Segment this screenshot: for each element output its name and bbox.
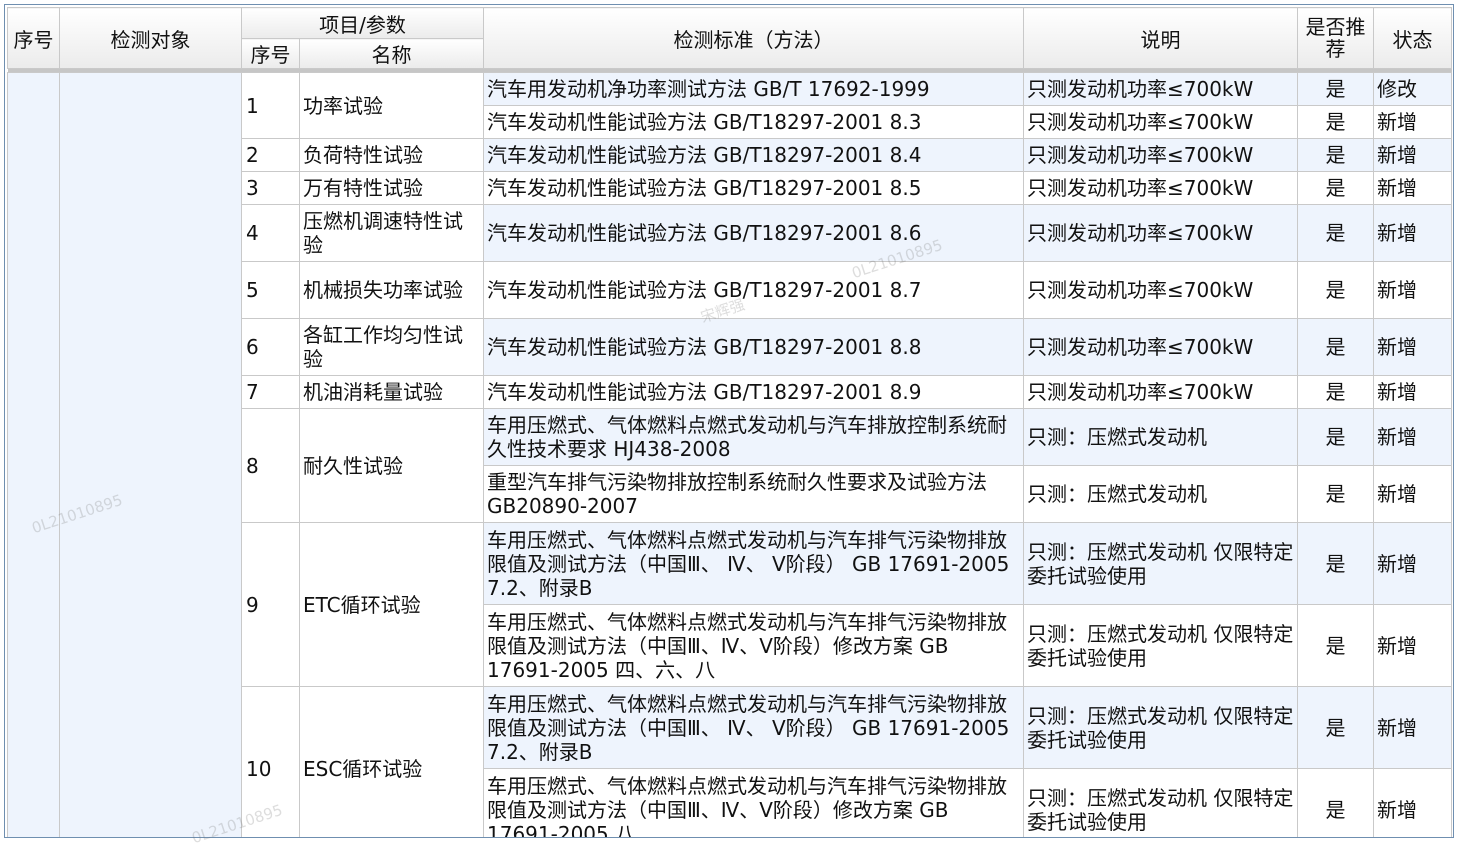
standard-cell: 车用压燃式、气体燃料点燃式发动机与汽车排气污染物排放限值及测试方法（中国Ⅲ、 Ⅳ…	[483, 522, 1024, 605]
recommend-cell: 是	[1297, 604, 1374, 687]
status-cell: 新增	[1373, 105, 1452, 139]
standard-cell: 汽车发动机性能试验方法 GB/T18297-2001 8.6	[483, 204, 1024, 262]
standard-cell: 汽车发动机性能试验方法 GB/T18297-2001 8.3	[483, 105, 1024, 139]
item-seq-cell: 9	[241, 522, 300, 687]
note-cell: 只测：压燃式发动机 仅限特定委托试验使用	[1023, 686, 1298, 769]
detection-table: 序号 检测对象 项目/参数 检测标准（方法） 说明 是否推荐 状态 序号 名称 …	[7, 7, 1452, 837]
header-item-name: 名称	[299, 38, 484, 69]
recommend-cell: 是	[1297, 768, 1374, 837]
recommend-cell: 是	[1297, 318, 1374, 376]
note-cell: 只测发动机功率≤700kW	[1023, 72, 1298, 106]
item-seq-cell: 7	[241, 375, 300, 409]
header-standard: 检测标准（方法）	[483, 7, 1024, 69]
recommend-cell: 是	[1297, 686, 1374, 769]
standard-cell: 车用压燃式、气体燃料点燃式发动机与汽车排气污染物排放限值及测试方法（中国Ⅲ、 Ⅳ…	[483, 686, 1024, 769]
header-item-seq: 序号	[241, 38, 300, 69]
item-name-cell: 耐久性试验	[299, 408, 484, 523]
note-cell: 只测发动机功率≤700kW	[1023, 171, 1298, 205]
recommend-cell: 是	[1297, 171, 1374, 205]
item-seq-cell: 2	[241, 138, 300, 172]
recommend-cell: 是	[1297, 72, 1374, 106]
status-cell: 新增	[1373, 204, 1452, 262]
item-name-cell: 万有特性试验	[299, 171, 484, 205]
recommend-cell: 是	[1297, 138, 1374, 172]
status-cell: 新增	[1373, 604, 1452, 687]
standard-cell: 汽车发动机性能试验方法 GB/T18297-2001 8.7	[483, 261, 1024, 319]
standard-cell: 车用压燃式、气体燃料点燃式发动机与汽车排放控制系统耐久性技术要求 HJ438-2…	[483, 408, 1024, 466]
note-cell: 只测：压燃式发动机 仅限特定委托试验使用	[1023, 768, 1298, 837]
header-object: 检测对象	[59, 7, 242, 69]
header-item-param: 项目/参数	[241, 7, 484, 39]
header-note: 说明	[1023, 7, 1298, 69]
status-cell: 新增	[1373, 686, 1452, 769]
note-cell: 只测发动机功率≤700kW	[1023, 204, 1298, 262]
note-cell: 只测发动机功率≤700kW	[1023, 105, 1298, 139]
status-cell: 新增	[1373, 375, 1452, 409]
item-name-cell: 负荷特性试验	[299, 138, 484, 172]
recommend-cell: 是	[1297, 408, 1374, 466]
seq-cell	[7, 72, 60, 837]
item-name-cell: 压燃机调速特性试验	[299, 204, 484, 262]
item-name-cell: ETC循环试验	[299, 522, 484, 687]
item-seq-cell: 10	[241, 686, 300, 837]
standard-cell: 汽车发动机性能试验方法 GB/T18297-2001 8.9	[483, 375, 1024, 409]
item-seq-cell: 5	[241, 261, 300, 319]
object-cell	[59, 72, 242, 837]
status-cell: 新增	[1373, 408, 1452, 466]
item-name-cell: 各缸工作均匀性试验	[299, 318, 484, 376]
recommend-cell: 是	[1297, 204, 1374, 262]
item-name-cell: 机油消耗量试验	[299, 375, 484, 409]
note-cell: 只测发动机功率≤700kW	[1023, 318, 1298, 376]
recommend-cell: 是	[1297, 261, 1374, 319]
item-seq-cell: 6	[241, 318, 300, 376]
item-seq-cell: 4	[241, 204, 300, 262]
item-name-cell: 功率试验	[299, 72, 484, 139]
note-cell: 只测：压燃式发动机 仅限特定委托试验使用	[1023, 604, 1298, 687]
recommend-cell: 是	[1297, 375, 1374, 409]
note-cell: 只测：压燃式发动机	[1023, 408, 1298, 466]
recommend-cell: 是	[1297, 465, 1374, 523]
note-cell: 只测发动机功率≤700kW	[1023, 138, 1298, 172]
status-cell: 新增	[1373, 465, 1452, 523]
standard-cell: 车用压燃式、气体燃料点燃式发动机与汽车排气污染物排放限值及测试方法（中国Ⅲ、Ⅳ、…	[483, 768, 1024, 837]
header-seq: 序号	[7, 7, 60, 69]
header-recommend: 是否推荐	[1297, 7, 1374, 69]
recommend-cell: 是	[1297, 105, 1374, 139]
header-status: 状态	[1373, 7, 1452, 69]
status-cell: 新增	[1373, 261, 1452, 319]
status-cell: 修改	[1373, 72, 1452, 106]
data-table-frame: 序号 检测对象 项目/参数 检测标准（方法） 说明 是否推荐 状态 序号 名称 …	[4, 4, 1454, 838]
note-cell: 只测：压燃式发动机 仅限特定委托试验使用	[1023, 522, 1298, 605]
note-cell: 只测发动机功率≤700kW	[1023, 375, 1298, 409]
status-cell: 新增	[1373, 171, 1452, 205]
table-body: 1 功率试验 汽车用发动机净功率测试方法 GB/T 17692-1999 只测发动机功…	[7, 72, 1452, 837]
status-cell: 新增	[1373, 138, 1452, 172]
status-cell: 新增	[1373, 522, 1452, 605]
table-row: 1 功率试验 汽车用发动机净功率测试方法 GB/T 17692-1999 只测发动机功…	[7, 72, 1452, 837]
standard-cell: 汽车发动机性能试验方法 GB/T18297-2001 8.8	[483, 318, 1024, 376]
standard-cell: 重型汽车排气污染物排放控制系统耐久性要求及试验方法 GB20890-2007	[483, 465, 1024, 523]
item-seq-cell: 8	[241, 408, 300, 523]
item-name-cell: 机械损失功率试验	[299, 261, 484, 319]
item-name-cell: ESC循环试验	[299, 686, 484, 837]
note-cell: 只测发动机功率≤700kW	[1023, 261, 1298, 319]
item-seq-cell: 3	[241, 171, 300, 205]
standard-cell: 汽车发动机性能试验方法 GB/T18297-2001 8.4	[483, 138, 1024, 172]
standard-cell: 车用压燃式、气体燃料点燃式发动机与汽车排气污染物排放限值及测试方法（中国Ⅲ、Ⅳ、…	[483, 604, 1024, 687]
note-cell: 只测：压燃式发动机	[1023, 465, 1298, 523]
standard-cell: 汽车发动机性能试验方法 GB/T18297-2001 8.5	[483, 171, 1024, 205]
recommend-cell: 是	[1297, 522, 1374, 605]
status-cell: 新增	[1373, 768, 1452, 837]
status-cell: 新增	[1373, 318, 1452, 376]
item-seq-cell: 1	[241, 72, 300, 139]
standard-cell: 汽车用发动机净功率测试方法 GB/T 17692-1999	[483, 72, 1024, 106]
